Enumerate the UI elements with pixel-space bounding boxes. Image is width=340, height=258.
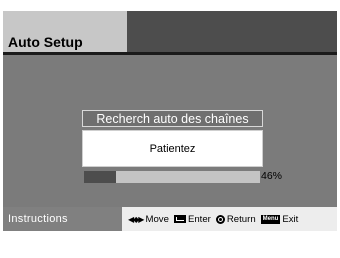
footer-label-box: Instructions <box>3 207 122 231</box>
key-hints: ◀◆▶ Move Enter Return Menu Exit <box>128 207 303 231</box>
hint-exit-label: Exit <box>282 213 299 225</box>
hint-move-label: Move <box>145 213 169 225</box>
menu-icon: Menu <box>260 214 281 224</box>
return-icon <box>215 214 225 224</box>
hint-enter: Enter <box>173 213 211 225</box>
instructions-label: Instructions <box>8 213 68 225</box>
hint-enter-label: Enter <box>187 213 211 225</box>
progress-percent: 46% <box>261 170 283 182</box>
arrows-icon: ◀◆▶ <box>128 214 145 224</box>
hint-return-label: Return <box>226 213 256 225</box>
progress-fill <box>84 171 117 183</box>
progress-bar <box>84 171 260 183</box>
dialog-message: Patientez <box>149 142 196 155</box>
page-title: Auto Setup <box>8 34 83 50</box>
dialog-body: Patientez <box>82 130 263 167</box>
title-tab: Auto Setup <box>3 11 127 52</box>
auto-setup-screen: Auto Setup Recherch auto des chaînes Pat… <box>0 0 340 258</box>
dialog-title: Recherch auto des chaînes <box>96 111 249 126</box>
enter-icon <box>173 215 186 223</box>
hint-return: Return <box>215 213 256 225</box>
hint-move: ◀◆▶ Move <box>128 214 169 225</box>
hint-exit: Menu Exit <box>260 213 299 225</box>
dialog-title-bar: Recherch auto des chaînes <box>82 110 263 127</box>
